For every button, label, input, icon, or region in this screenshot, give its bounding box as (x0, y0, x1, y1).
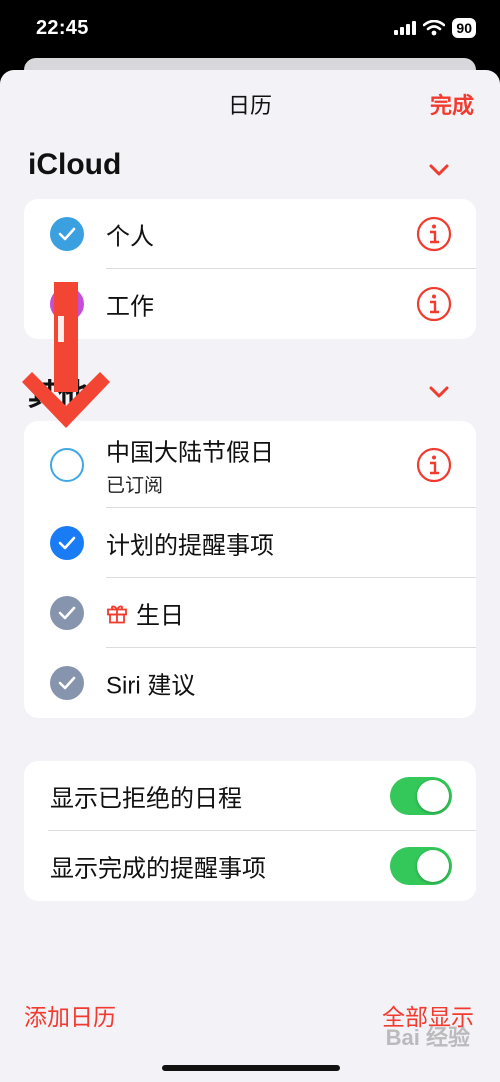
watermark: Bai 经验 (385, 1025, 470, 1050)
chevron-down-icon[interactable] (428, 385, 450, 399)
calendar-name: 中国大陆节假日 (106, 439, 274, 466)
toggle-knob (417, 780, 449, 812)
calendar-label: 个人 (106, 223, 154, 251)
status-time: 22:45 (36, 17, 89, 39)
chevron-down-icon[interactable] (428, 163, 450, 177)
calendar-label: Siri 建议 (106, 672, 196, 700)
show-completed-toggle[interactable] (390, 847, 452, 885)
calendar-label: 计划的提醒事项 (106, 532, 274, 560)
other-calendar-list: 中国大陆节假日 已订阅 计划的提醒事项 生日 Siri 建议 (24, 421, 476, 718)
toggle-knob (417, 850, 449, 882)
checkmark-icon[interactable] (50, 526, 84, 560)
gift-icon (107, 605, 127, 623)
done-button[interactable]: 完成 (430, 88, 474, 120)
checkmark-icon[interactable] (50, 596, 84, 630)
info-icon[interactable] (416, 447, 452, 483)
battery-indicator: 90 (452, 18, 476, 38)
section-title-icloud: iCloud (28, 148, 122, 181)
setting-show-declined: 显示已拒绝的日程 (24, 761, 476, 831)
status-bar: 22:45 90 (0, 0, 500, 62)
checkmark-icon[interactable] (50, 217, 84, 251)
calendar-label: 中国大陆节假日 已订阅 (106, 432, 274, 497)
setting-label: 显示已拒绝的日程 (50, 785, 242, 813)
red-arrow-annotation (22, 282, 110, 428)
setting-label: 显示完成的提醒事项 (50, 855, 266, 883)
status-icons: 90 (394, 18, 476, 38)
calendar-row-siri-suggestions[interactable]: Siri 建议 (24, 648, 476, 718)
show-declined-toggle[interactable] (390, 777, 452, 815)
page-title: 日历 (227, 93, 272, 118)
home-indicator (162, 1065, 340, 1071)
add-calendar-button[interactable]: 添加日历 (24, 998, 116, 1032)
calendar-row-personal[interactable]: 个人 (24, 199, 476, 269)
calendar-label: 生日 (106, 596, 184, 631)
wifi-icon (423, 20, 446, 36)
display-settings-card: 显示已拒绝的日程 显示完成的提醒事项 (24, 761, 476, 901)
unchecked-circle-icon[interactable] (50, 447, 84, 482)
calendar-row-birthdays[interactable]: 生日 (24, 578, 476, 648)
signal-icon (394, 21, 417, 35)
setting-show-completed: 显示完成的提醒事项 (24, 831, 476, 901)
checkmark-icon[interactable] (50, 666, 84, 700)
calendar-row-scheduled-reminders[interactable]: 计划的提醒事项 (24, 508, 476, 578)
calendar-name: 生日 (136, 602, 184, 630)
info-icon[interactable] (416, 216, 452, 252)
info-icon[interactable] (416, 286, 452, 322)
calendar-sublabel: 已订阅 (106, 475, 164, 496)
